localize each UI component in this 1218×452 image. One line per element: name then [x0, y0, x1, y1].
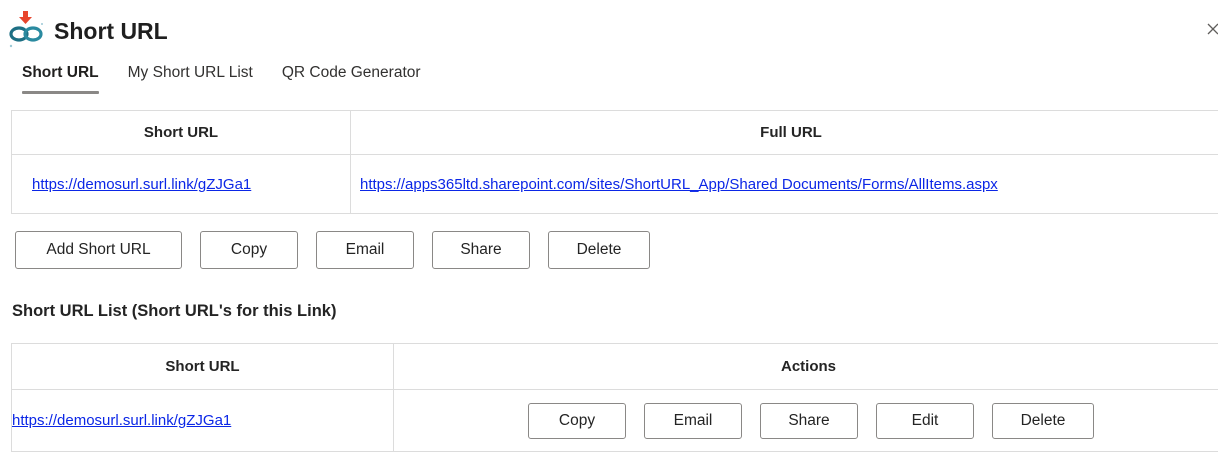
close-icon[interactable] — [1200, 16, 1218, 40]
short-url-cell: https://demosurl.surl.link/gZJGa1 — [12, 390, 394, 452]
app-title: Short URL — [54, 18, 168, 45]
short-url-cell: https://demosurl.surl.link/gZJGa1 — [12, 155, 351, 214]
app-header: Short URL — [8, 10, 168, 50]
row-edit-button[interactable]: Edit — [876, 403, 974, 439]
column-header-full-url: Full URL — [351, 111, 1218, 155]
row-copy-button[interactable]: Copy — [528, 403, 626, 439]
row-email-button[interactable]: Email — [644, 403, 742, 439]
full-url-cell: https://apps365ltd.sharepoint.com/sites/… — [351, 155, 1218, 214]
row-delete-button[interactable]: Delete — [992, 403, 1094, 439]
url-table: Short URL Full URL https://demosurl.surl… — [11, 110, 1218, 214]
column-header-short-url: Short URL — [12, 111, 351, 155]
tab-qr-code-generator[interactable]: QR Code Generator — [282, 64, 421, 94]
short-url-list-title: Short URL List (Short URL's for this Lin… — [12, 302, 336, 321]
column-header-actions: Actions — [394, 344, 1218, 390]
tab-my-short-url-list[interactable]: My Short URL List — [128, 64, 253, 94]
row-actions: Copy Email Share Edit Delete — [528, 403, 1218, 439]
column-header-short-url: Short URL — [12, 344, 394, 390]
full-url-link[interactable]: https://apps365ltd.sharepoint.com/sites/… — [360, 176, 998, 193]
row-share-button[interactable]: Share — [760, 403, 858, 439]
tab-bar: Short URL My Short URL List QR Code Gene… — [22, 64, 450, 94]
share-button[interactable]: Share — [432, 231, 530, 269]
tab-short-url[interactable]: Short URL — [22, 64, 99, 94]
toolbar: Add Short URL Copy Email Share Delete — [15, 231, 650, 269]
copy-button[interactable]: Copy — [200, 231, 298, 269]
table-row: https://demosurl.surl.link/gZJGa1 Copy E… — [12, 390, 1218, 452]
table-row: https://demosurl.surl.link/gZJGa1 https:… — [12, 155, 1218, 214]
actions-cell: Copy Email Share Edit Delete — [394, 390, 1218, 452]
link-chain-download-icon — [8, 10, 48, 50]
short-url-link[interactable]: https://demosurl.surl.link/gZJGa1 — [12, 412, 231, 429]
short-url-link[interactable]: https://demosurl.surl.link/gZJGa1 — [32, 176, 251, 193]
add-short-url-button[interactable]: Add Short URL — [15, 231, 182, 269]
email-button[interactable]: Email — [316, 231, 414, 269]
delete-button[interactable]: Delete — [548, 231, 650, 269]
short-url-list-table: Short URL Actions https://demosurl.surl.… — [11, 343, 1218, 452]
